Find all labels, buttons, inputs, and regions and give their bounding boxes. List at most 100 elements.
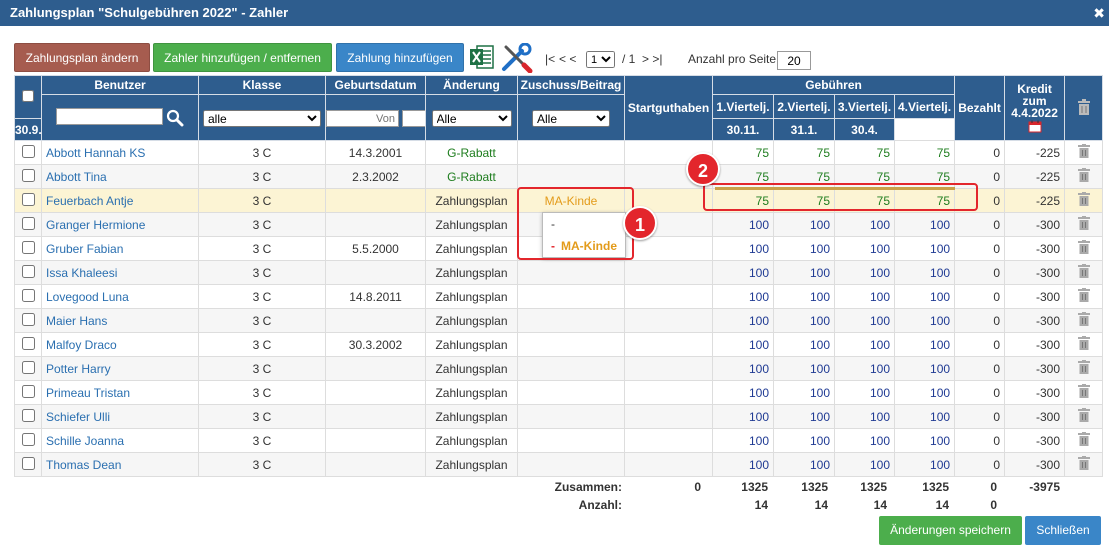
row-subsidy[interactable]: [517, 284, 625, 309]
row-q3[interactable]: 100: [834, 212, 895, 237]
row-q2[interactable]: 100: [773, 332, 835, 357]
row-checkbox[interactable]: [21, 432, 35, 446]
row-change[interactable]: Zahlungsplan: [425, 212, 518, 237]
row-subsidy[interactable]: [517, 428, 625, 453]
row-q1[interactable]: 100: [712, 236, 774, 261]
row-name[interactable]: Gruber Fabian: [41, 236, 199, 261]
row-start-credit[interactable]: [624, 236, 713, 261]
row-checkbox[interactable]: [21, 288, 35, 302]
table-row[interactable]: Lovegood Luna 3 C 14.8.2011 Zahlungsplan 100…: [14, 284, 1104, 309]
row-name[interactable]: Abbott Tina: [41, 164, 199, 189]
header-change[interactable]: Änderung: [425, 75, 518, 95]
row-q2[interactable]: 100: [773, 236, 835, 261]
row-q4[interactable]: 100: [893, 356, 956, 381]
select-all-checkbox[interactable]: [22, 89, 34, 102]
row-change[interactable]: Zahlungsplan: [425, 356, 518, 381]
row-start-credit[interactable]: [624, 356, 713, 381]
row-q3[interactable]: 100: [834, 380, 895, 405]
row-checkbox[interactable]: [21, 384, 35, 398]
row-q4[interactable]: 100: [893, 452, 956, 477]
row-q3[interactable]: 100: [834, 428, 895, 453]
row-q1[interactable]: 100: [712, 380, 774, 405]
row-q2[interactable]: 100: [773, 404, 835, 429]
row-name[interactable]: Abbott Hannah KS: [41, 140, 199, 165]
row-name[interactable]: Schiefer Ulli: [41, 404, 199, 429]
row-start-credit[interactable]: [624, 428, 713, 453]
row-start-credit[interactable]: [624, 260, 713, 285]
row-checkbox[interactable]: [21, 240, 35, 254]
header-q1[interactable]: 1.Viertelj.: [712, 94, 774, 119]
row-q1[interactable]: 100: [712, 428, 774, 453]
row-q3[interactable]: 100: [834, 404, 895, 429]
row-q3[interactable]: 100: [834, 260, 895, 285]
excel-export-icon[interactable]: [469, 43, 494, 71]
row-checkbox[interactable]: [21, 192, 35, 206]
row-checkbox[interactable]: [21, 456, 35, 470]
row-subsidy[interactable]: [517, 356, 625, 381]
row-change[interactable]: G-Rabatt: [425, 164, 518, 189]
row-q4[interactable]: 100: [893, 404, 956, 429]
pager-prev-button[interactable]: < <: [559, 49, 576, 69]
row-change[interactable]: Zahlungsplan: [425, 332, 518, 357]
row-q3[interactable]: 100: [834, 332, 895, 357]
row-start-credit[interactable]: [624, 284, 713, 309]
row-name[interactable]: Thomas Dean: [41, 452, 199, 477]
table-row[interactable]: Potter Harry 3 C Zahlungsplan 100 100 100 100 0…: [14, 356, 1104, 381]
trash-icon[interactable]: [1077, 264, 1090, 278]
edit-plan-button[interactable]: Zahlungsplan ändern: [14, 43, 150, 72]
trash-header-icon[interactable]: [1077, 98, 1091, 115]
row-checkbox[interactable]: [21, 408, 35, 422]
header-user[interactable]: Benutzer: [41, 75, 199, 95]
header-subsidy[interactable]: Zuschuss/Beitrag: [517, 75, 625, 95]
row-q1[interactable]: 100: [712, 212, 774, 237]
user-search-input[interactable]: [55, 108, 163, 126]
row-q2[interactable]: 75: [773, 140, 835, 165]
header-paid[interactable]: Bezahlt: [954, 75, 1006, 141]
row-name[interactable]: Schille Joanna: [41, 428, 199, 453]
trash-icon[interactable]: [1077, 408, 1090, 422]
row-q2[interactable]: 100: [773, 452, 835, 477]
row-q2[interactable]: 100: [773, 356, 835, 381]
row-q4[interactable]: 100: [893, 236, 956, 261]
row-subsidy[interactable]: [517, 140, 625, 165]
trash-icon[interactable]: [1077, 312, 1090, 326]
class-filter-select[interactable]: alle: [203, 109, 321, 127]
trash-icon[interactable]: [1077, 168, 1090, 182]
row-change[interactable]: Zahlungsplan: [425, 428, 518, 453]
change-filter-select[interactable]: Alle: [431, 109, 512, 127]
row-q4[interactable]: 100: [893, 284, 956, 309]
trash-icon[interactable]: [1077, 216, 1090, 230]
search-icon[interactable]: [166, 109, 184, 127]
row-checkbox[interactable]: [21, 216, 35, 230]
pager-next-button[interactable]: > >|: [642, 49, 662, 69]
row-subsidy[interactable]: [517, 164, 625, 189]
row-name[interactable]: Feuerbach Antje: [41, 188, 199, 213]
row-subsidy[interactable]: [517, 308, 625, 333]
header-q3[interactable]: 3.Viertelj.: [834, 94, 895, 119]
row-name[interactable]: Primeau Tristan: [41, 380, 199, 405]
row-subsidy[interactable]: [517, 332, 625, 357]
table-row[interactable]: Schiefer Ulli 3 C Zahlungsplan 100 100 100 100…: [14, 404, 1104, 429]
row-change[interactable]: Zahlungsplan: [425, 452, 518, 477]
add-remove-payer-button[interactable]: Zahler hinzufügen / entfernen: [153, 43, 332, 72]
close-icon[interactable]: ✖: [1093, 0, 1105, 26]
trash-icon[interactable]: [1077, 360, 1090, 374]
row-q1[interactable]: 100: [712, 332, 774, 357]
row-q3[interactable]: 100: [834, 236, 895, 261]
row-name[interactable]: Lovegood Luna: [41, 284, 199, 309]
row-subsidy[interactable]: [517, 380, 625, 405]
table-row[interactable]: Malfoy Draco 3 C 30.3.2002 Zahlungsplan 100 1…: [14, 332, 1104, 357]
header-q4[interactable]: 4.Viertelj.: [893, 94, 956, 119]
row-q4[interactable]: 75: [893, 140, 956, 165]
row-change[interactable]: G-Rabatt: [425, 140, 518, 165]
table-row[interactable]: Schille Joanna 3 C Zahlungsplan 100 100 100 10…: [14, 428, 1104, 453]
row-q1[interactable]: 100: [712, 260, 774, 285]
row-q4[interactable]: 100: [893, 332, 956, 357]
row-change[interactable]: Zahlungsplan: [425, 188, 518, 213]
trash-icon[interactable]: [1077, 432, 1090, 446]
row-start-credit[interactable]: [624, 308, 713, 333]
row-start-credit[interactable]: [624, 452, 713, 477]
header-birthdate[interactable]: Geburtsdatum: [325, 75, 426, 95]
trash-icon[interactable]: [1077, 240, 1090, 254]
row-name[interactable]: Issa Khaleesi: [41, 260, 199, 285]
